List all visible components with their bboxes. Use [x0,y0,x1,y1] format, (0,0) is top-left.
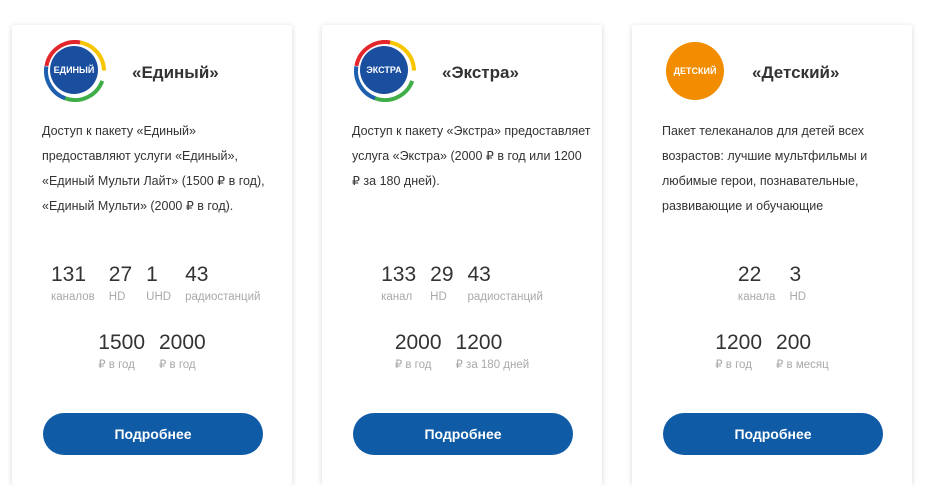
price-option: 200 ₽ в месяц [776,331,829,371]
package-card-extra: ЭКСТРА «Экстра» Доступ к пакету «Экстра»… [322,25,602,485]
package-title: «Детский» [752,63,840,82]
package-title: «Единый» [132,63,219,82]
details-button[interactable]: Подробнее [43,413,263,455]
package-title: «Экстра» [442,63,519,82]
package-description: Доступ к пакету «Экстра» предоставляет у… [352,124,591,188]
logo-text: ЕДИНЫЙ [54,64,95,75]
logo-text: ДЕТСКИЙ [674,65,717,76]
channel-stats: 133 канал 29 HD 43 радиостанций [322,262,602,305]
stat-radio: 43 радиостанций [467,263,543,303]
stat-hd: 29 HD [430,263,454,303]
stat-channels: 22 канала [737,263,776,303]
channel-stats: 131 каналов 27 HD 1 UHD 43 радиостанций [44,262,292,305]
stat-radio: 43 радиостанций [185,263,261,303]
details-button[interactable]: Подробнее [663,413,883,455]
stat-uhd: 1 UHD [146,263,172,303]
price-option: 2000 ₽ в год [159,331,206,371]
price-stats: 2000 ₽ в год 1200 ₽ за 180 дней [322,330,602,373]
price-option: 1200 ₽ в год [715,331,763,371]
price-option: 2000 ₽ в год [394,331,442,371]
stat-hd: 27 HD [108,263,133,303]
extra-logo-icon: ЭКСТРА [354,40,416,102]
stat-hd: 3 HD [789,263,807,303]
package-card-detskiy: ДЕТСКИЙ «Детский» Пакет телеканалов для … [632,25,912,485]
details-button[interactable]: Подробнее [353,413,573,455]
price-stats: 1200 ₽ в год 200 ₽ в месяц [632,330,912,373]
stat-channels: 131 каналов [51,263,95,303]
package-card-edinyi: ЕДИНЫЙ «Единый» Доступ к пакету «Единый»… [12,25,292,485]
edinyi-logo-icon: ЕДИНЫЙ [44,40,106,102]
price-option: 1500 ₽ в год [98,331,145,371]
price-option: 1200 ₽ за 180 дней [455,331,530,371]
package-description: Доступ к пакету «Единый» предоставляют у… [42,124,265,213]
price-stats: 1500 ₽ в год 2000 ₽ в год [12,330,292,373]
channel-stats: 22 канала 3 HD [632,262,912,305]
stat-channels: 133 канал [381,263,417,303]
logo-text: ЭКСТРА [366,65,402,75]
package-description: Пакет телеканалов для детей всех возраст… [662,124,868,213]
detskiy-logo-icon: ДЕТСКИЙ [666,42,724,100]
